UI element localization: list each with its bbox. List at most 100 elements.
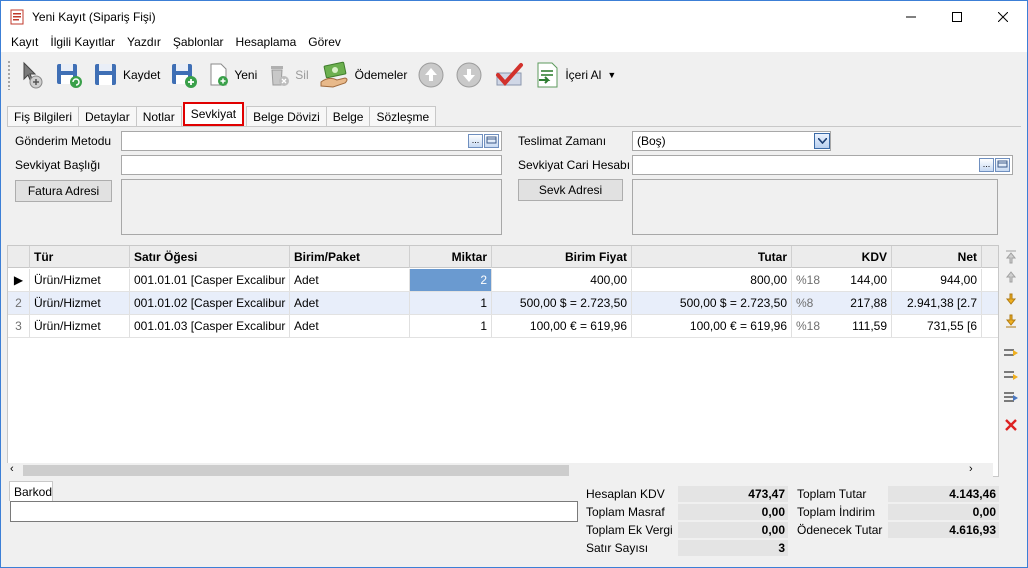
scroll-left-icon[interactable]: ‹ — [10, 463, 14, 475]
scroll-right-icon[interactable]: › — [969, 463, 973, 475]
cell-kdv-oran[interactable]: %8 — [792, 292, 832, 314]
cell-tur[interactable]: Ürün/Hizmet — [30, 292, 130, 314]
col-tutar[interactable]: Tutar — [632, 246, 792, 268]
cell-kdv-oran[interactable]: %18 — [792, 315, 832, 337]
cell-net[interactable]: 731,55 [6 — [892, 315, 982, 337]
cell-birim-fiyat[interactable]: 400,00 — [492, 269, 632, 291]
col-miktar[interactable]: Miktar — [410, 246, 492, 268]
gonderim-list-button[interactable] — [484, 134, 499, 148]
close-button[interactable] — [980, 1, 1026, 32]
horizontal-scrollbar[interactable]: ‹ › — [7, 463, 993, 478]
odemeler-button[interactable]: Ödemeler — [319, 57, 407, 93]
iceri-al-button[interactable]: İçeri Al ▼ — [535, 57, 616, 93]
cell-net[interactable]: 944,00 — [892, 269, 982, 291]
cari-list-button[interactable] — [995, 158, 1010, 172]
cell-birim[interactable]: Adet — [290, 292, 410, 314]
cell-kdv[interactable]: 144,00 — [832, 269, 892, 291]
col-net[interactable]: Net — [892, 246, 982, 268]
cell-kdv[interactable]: 111,59 — [832, 315, 892, 337]
tab-sevkiyat[interactable]: Sevkiyat — [182, 102, 245, 126]
barkod-tab[interactable]: Barkod — [9, 481, 53, 501]
chevron-down-icon[interactable] — [814, 133, 830, 149]
main-window: Yeni Kayıt (Sipariş Fişi) Kayıt İlgili K… — [0, 0, 1028, 568]
iceri-al-label: İçeri Al — [565, 68, 602, 82]
table-row[interactable]: ▶ Ürün/Hizmet 001.01.01 [Casper Excalibu… — [8, 269, 998, 292]
cell-satir-ogesi[interactable]: 001.01.03 [Casper Excalibur ... — [130, 315, 290, 337]
col-birim-paket[interactable]: Birim/Paket — [290, 246, 410, 268]
insert-row-below-icon[interactable] — [1003, 367, 1019, 383]
fatura-adresi-area[interactable] — [121, 179, 502, 235]
cell-satir-ogesi[interactable]: 001.01.02 [Casper Excalibur ... — [130, 292, 290, 314]
cell-birim[interactable]: Adet — [290, 269, 410, 291]
sil-button[interactable]: Sil — [267, 57, 309, 93]
cell-tutar[interactable]: 500,00 $ = 2.723,50 — [632, 292, 792, 314]
copy-row-icon[interactable] — [1003, 389, 1019, 405]
cell-birim-fiyat[interactable]: 500,00 $ = 2.723,50 — [492, 292, 632, 314]
cell-net[interactable]: 2.941,38 [2.7 — [892, 292, 982, 314]
gonderim-metodu-field[interactable] — [121, 131, 502, 151]
move-down-button[interactable] — [455, 57, 483, 93]
gonderim-metodu-label: Gönderim Metodu — [15, 134, 112, 148]
scrollbar-thumb[interactable] — [23, 465, 569, 476]
table-row[interactable]: 2 Ürün/Hizmet 001.01.02 [Casper Excalibu… — [8, 292, 998, 315]
teslimat-zamani-select[interactable]: (Boş) — [632, 131, 831, 151]
cell-kdv[interactable]: 217,88 — [832, 292, 892, 314]
approve-button[interactable] — [493, 57, 525, 93]
cell-tur[interactable]: Ürün/Hizmet — [30, 315, 130, 337]
cell-satir-ogesi[interactable]: 001.01.01 [Casper Excalibur ... — [130, 269, 290, 291]
move-up-icon[interactable] — [1003, 269, 1019, 285]
maximize-button[interactable] — [934, 1, 980, 32]
menu-ilgili-kayitlar[interactable]: İlgili Kayıtlar — [44, 35, 121, 49]
minimize-button[interactable] — [888, 1, 934, 32]
cell-birim[interactable]: Adet — [290, 315, 410, 337]
sevk-adresi-area[interactable] — [632, 179, 998, 235]
teslimat-zamani-label: Teslimat Zamanı — [518, 134, 607, 148]
cell-birim-fiyat[interactable]: 100,00 € = 619,96 — [492, 315, 632, 337]
tab-detaylar[interactable]: Detaylar — [78, 106, 137, 126]
menu-kayit[interactable]: Kayıt — [5, 35, 44, 49]
move-up-button[interactable] — [417, 57, 445, 93]
menu-sablonlar[interactable]: Şablonlar — [167, 35, 230, 49]
save-refresh-button[interactable] — [55, 57, 83, 93]
move-top-icon[interactable] — [1003, 249, 1019, 265]
cell-miktar[interactable]: 2 — [410, 269, 492, 291]
cell-miktar[interactable]: 1 — [410, 315, 492, 337]
kaydet-label: Kaydet — [123, 68, 161, 82]
menu-yazdir[interactable]: Yazdır — [121, 35, 167, 49]
move-down-icon[interactable] — [1003, 291, 1019, 307]
dropdown-arrow-icon[interactable]: ▼ — [607, 70, 616, 80]
insert-row-icon[interactable] — [1003, 345, 1019, 361]
tab-belge-dovizi[interactable]: Belge Dövizi — [246, 106, 327, 126]
yeni-button[interactable]: Yeni — [208, 57, 257, 93]
tab-notlar[interactable]: Notlar — [135, 106, 182, 126]
cell-miktar[interactable]: 1 — [410, 292, 492, 314]
col-satir-ogesi[interactable]: Satır Öğesi — [130, 246, 290, 268]
sevk-adresi-button[interactable]: Sevk Adresi — [518, 179, 623, 201]
satir-sayisi-value: 3 — [678, 540, 788, 556]
col-tur[interactable]: Tür — [30, 246, 130, 268]
menu-gorev[interactable]: Görev — [302, 35, 347, 49]
fatura-adresi-button[interactable]: Fatura Adresi — [15, 180, 112, 202]
menu-hesaplama[interactable]: Hesaplama — [230, 35, 303, 49]
cell-tutar[interactable]: 800,00 — [632, 269, 792, 291]
gonderim-lookup-button[interactable]: ... — [468, 134, 483, 148]
cari-lookup-button[interactable]: ... — [979, 158, 994, 172]
move-bottom-icon[interactable] — [1003, 313, 1019, 329]
tab-sozlesme[interactable]: Sözleşme — [369, 106, 437, 126]
col-birim-fiyat[interactable]: Birim Fiyat — [492, 246, 632, 268]
cell-kdv-oran[interactable]: %18 — [792, 269, 832, 291]
table-row[interactable]: 3 Ürün/Hizmet 001.01.03 [Casper Excalibu… — [8, 315, 998, 338]
tab-fis-bilgileri[interactable]: Fiş Bilgileri — [7, 106, 80, 126]
tab-belge[interactable]: Belge — [325, 106, 371, 126]
add-button[interactable] — [21, 57, 45, 93]
col-kdv[interactable]: KDV — [792, 246, 892, 268]
cell-tutar[interactable]: 100,00 € = 619,96 — [632, 315, 792, 337]
kaydet-button[interactable]: Kaydet — [93, 57, 160, 93]
sevkiyat-basligi-field[interactable] — [121, 155, 502, 175]
sevkiyat-cari-field[interactable] — [632, 155, 1013, 175]
delete-row-icon[interactable] — [1003, 417, 1019, 433]
save-new-button[interactable] — [170, 57, 198, 93]
barkod-input[interactable] — [10, 501, 578, 522]
floppy-refresh-icon — [57, 64, 82, 88]
cell-tur[interactable]: Ürün/Hizmet — [30, 269, 130, 291]
